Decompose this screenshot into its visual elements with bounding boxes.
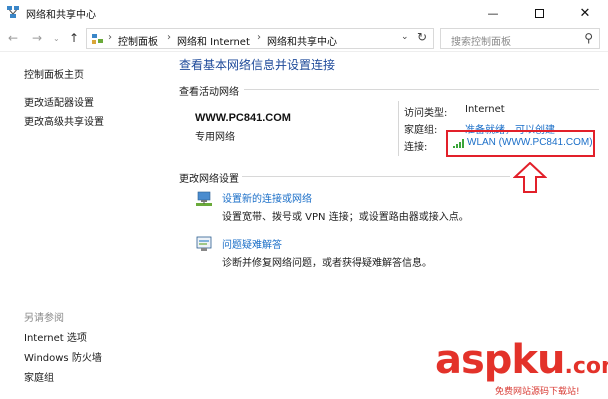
breadcrumb-control-panel[interactable]: 控制面板	[118, 33, 158, 48]
maximize-icon	[534, 8, 544, 18]
watermark-tagline: 免费网站源码下载站!	[495, 387, 580, 397]
change-settings-label: 更改网络设置	[179, 174, 239, 185]
close-button[interactable]: ✕	[562, 0, 608, 26]
network-name: WWW.PC841.COM	[195, 112, 291, 124]
homegroup-label: 家庭组:	[404, 125, 438, 136]
breadcrumb-network-sharing-center[interactable]: 网络和共享中心	[267, 33, 337, 48]
up-arrow-icon[interactable]: ↑	[69, 31, 79, 45]
breadcrumb-separator-icon: ›	[108, 32, 112, 43]
minimize-button[interactable]: —	[470, 0, 516, 26]
refresh-icon[interactable]: ↻	[417, 30, 427, 44]
recent-locations-icon[interactable]: ⌄	[53, 34, 60, 43]
sidebar-change-adapter-settings[interactable]: 更改适配器设置	[24, 94, 94, 109]
troubleshoot-link[interactable]: 问题疑难解答	[222, 236, 282, 251]
title-bar: 网络和共享中心 — ✕	[0, 0, 608, 26]
search-box[interactable]: 搜索控制面板 ⚲	[440, 28, 600, 49]
watermark-brand: aspku.com	[435, 338, 608, 389]
search-icon[interactable]: ⚲	[584, 31, 593, 45]
see-also-internet-options[interactable]: Internet 选项	[24, 329, 87, 344]
wifi-signal-icon	[453, 139, 464, 148]
wlan-connection-link[interactable]: WLAN (WWW.PC841.COM)	[467, 137, 593, 148]
forward-arrow-icon[interactable]: →	[32, 31, 42, 45]
access-type-value: Internet	[465, 104, 505, 115]
address-dropdown-icon[interactable]: ⌄	[401, 32, 409, 42]
troubleshoot-icon	[196, 236, 212, 251]
navigation-bar: ← → ⌄ ↑ › 控制面板 › 网络和 Internet › 网络和共享中心 …	[0, 26, 608, 52]
sidebar: 控制面板主页 更改适配器设置 更改高级共享设置 另请参阅 Internet 选项…	[0, 53, 160, 399]
setup-connection-link[interactable]: 设置新的连接或网络	[222, 190, 312, 205]
page-title: 查看基本网络信息并设置连接	[179, 58, 336, 72]
network-setup-icon	[196, 191, 212, 206]
aspku-watermark-logo: aspku.com 免费网站源码下载站!	[435, 338, 608, 397]
breadcrumb-separator-icon: ›	[167, 32, 171, 43]
connections-label: 连接:	[404, 142, 428, 153]
section-divider	[242, 176, 510, 177]
address-bar[interactable]: › 控制面板 › 网络和 Internet › 网络和共享中心 ⌄ ↻	[86, 28, 434, 49]
red-arrow-up-icon	[513, 162, 547, 193]
network-type: 专用网络	[195, 132, 235, 143]
breadcrumb-network-internet[interactable]: 网络和 Internet	[177, 33, 250, 48]
control-panel-icon	[92, 34, 103, 44]
search-placeholder: 搜索控制面板	[451, 37, 511, 48]
info-divider	[398, 101, 399, 156]
sidebar-control-panel-home[interactable]: 控制面板主页	[24, 66, 84, 81]
watermark-domain: .com	[564, 354, 608, 379]
see-also-homegroup[interactable]: 家庭组	[24, 369, 54, 384]
troubleshoot-desc: 诊断并修复网络问题，或者获得疑难解答信息。	[222, 258, 432, 269]
close-icon: ✕	[579, 5, 591, 21]
maximize-button[interactable]	[516, 0, 562, 26]
minimize-icon: —	[487, 6, 499, 20]
back-arrow-icon[interactable]: ←	[8, 31, 18, 45]
window-title: 网络和共享中心	[26, 10, 96, 21]
active-networks-label: 查看活动网络	[179, 87, 239, 98]
access-type-label: 访问类型:	[404, 108, 448, 119]
breadcrumb-separator-icon: ›	[257, 32, 261, 43]
sidebar-change-advanced-sharing[interactable]: 更改高级共享设置	[24, 113, 104, 128]
setup-connection-desc: 设置宽带、拨号或 VPN 连接；或设置路由器或接入点。	[222, 212, 469, 223]
see-also-heading: 另请参阅	[24, 313, 64, 324]
see-also-windows-firewall[interactable]: Windows 防火墙	[24, 349, 102, 364]
network-center-icon	[7, 6, 19, 18]
section-divider	[244, 89, 599, 90]
